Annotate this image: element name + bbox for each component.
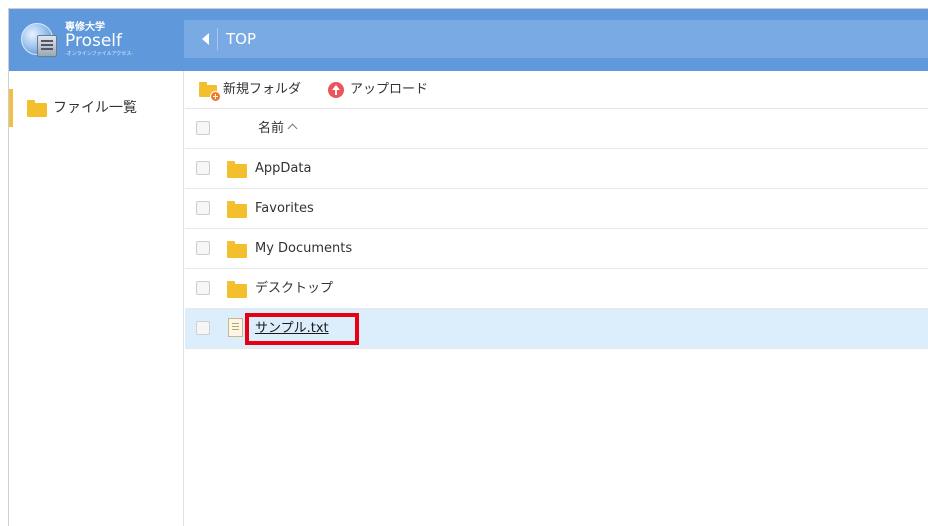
row-name[interactable]: My Documents	[255, 240, 352, 258]
upload-label: アップロード	[350, 82, 429, 97]
folder-icon	[227, 201, 247, 218]
table-row[interactable]: My Documents	[185, 229, 928, 269]
folder-icon	[227, 241, 247, 258]
sidebar-item-label: ファイル一覧	[53, 100, 137, 116]
sort-ascending-icon[interactable]	[287, 123, 298, 134]
toolbar: 新規フォルダ アップロード	[185, 71, 928, 109]
row-checkbox[interactable]	[196, 241, 210, 255]
column-header-name[interactable]: 名前	[258, 120, 284, 138]
header-bar: 専修大学 Proself -オンラインファイルアクセス- TOP	[9, 9, 928, 71]
folder-icon	[227, 281, 247, 298]
sidebar-item-file-list[interactable]: ファイル一覧	[9, 89, 183, 127]
table-row-selected[interactable]: サンプル.txt	[185, 309, 928, 349]
upload-icon	[328, 82, 344, 98]
proself-logo[interactable]: 専修大学 Proself -オンラインファイルアクセス-	[15, 17, 175, 63]
server-icon	[37, 35, 57, 57]
file-table: 名前 AppData Favorites My Documents デスクトップ…	[185, 109, 928, 349]
logo-name: Proself	[65, 31, 122, 51]
new-folder-label: 新規フォルダ	[223, 82, 302, 97]
plus-icon	[210, 91, 221, 102]
table-header: 名前	[185, 109, 928, 149]
breadcrumb-divider	[217, 28, 218, 50]
breadcrumb: TOP	[184, 20, 928, 58]
row-checkbox[interactable]	[196, 201, 210, 215]
folder-icon	[227, 161, 247, 178]
sidebar: ファイル一覧	[9, 71, 184, 526]
text-file-icon	[228, 318, 243, 337]
row-checkbox[interactable]	[196, 281, 210, 295]
row-name[interactable]: Favorites	[255, 200, 314, 218]
table-row[interactable]: AppData	[185, 149, 928, 189]
table-row[interactable]: Favorites	[185, 189, 928, 229]
folder-icon	[27, 100, 47, 117]
highlight-box	[245, 313, 359, 345]
row-checkbox[interactable]	[196, 161, 210, 175]
file-list-panel: 新規フォルダ アップロード 名前 AppData Favorites My Do…	[185, 71, 928, 526]
row-checkbox[interactable]	[196, 321, 210, 335]
breadcrumb-top[interactable]: TOP	[226, 30, 256, 48]
select-all-checkbox[interactable]	[196, 121, 210, 135]
logo-subtitle: -オンラインファイルアクセス-	[65, 51, 134, 57]
app-window: 専修大学 Proself -オンラインファイルアクセス- TOP ファイル一覧 …	[8, 8, 928, 526]
row-name[interactable]: AppData	[255, 160, 311, 178]
back-arrow-icon[interactable]	[202, 33, 209, 45]
row-name[interactable]: デスクトップ	[255, 280, 333, 298]
sidebar-selected-accent	[9, 89, 13, 127]
table-row[interactable]: デスクトップ	[185, 269, 928, 309]
